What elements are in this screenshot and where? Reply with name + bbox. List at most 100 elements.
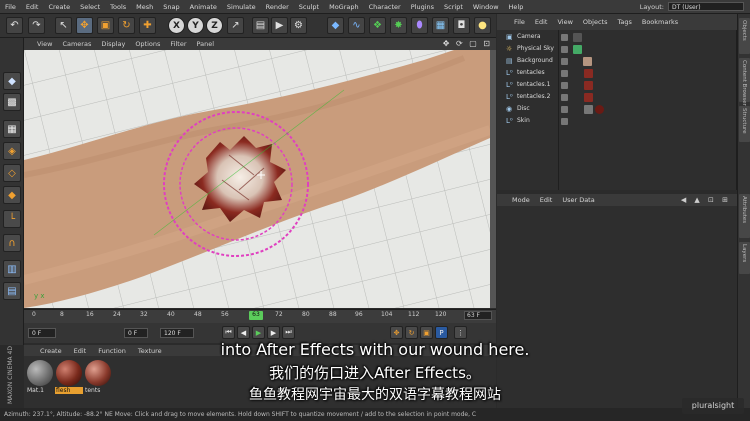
axis-mode-icon[interactable]: └ <box>3 210 21 228</box>
object-menu-objects[interactable]: Objects <box>578 18 613 26</box>
menu-animate[interactable]: Animate <box>185 3 222 11</box>
light-icon[interactable]: ● <box>474 17 491 34</box>
menu-character[interactable]: Character <box>364 3 406 11</box>
visibility-toggle[interactable] <box>561 118 568 125</box>
object-row-physical-sky[interactable]: ☼ Physical Sky <box>497 44 737 56</box>
menu-tools[interactable]: Tools <box>105 3 131 11</box>
viewport-nav-icons[interactable]: ✥ ⟳ ▢ ⊡ <box>443 39 492 48</box>
menu-simulate[interactable]: Simulate <box>222 3 261 11</box>
timeline-current-frame[interactable]: 63 <box>249 311 263 320</box>
attribute-menu-edit[interactable]: Edit <box>535 196 558 204</box>
visibility-toggle[interactable] <box>561 94 568 101</box>
viewport-menu-filter[interactable]: Filter <box>165 40 191 48</box>
camera-tag-icon[interactable] <box>573 33 582 42</box>
menu-select[interactable]: Select <box>75 3 105 11</box>
start-frame-field[interactable]: 0 F <box>28 328 56 338</box>
floor-icon[interactable]: ▦ <box>432 17 449 34</box>
redo-icon[interactable]: ↷ <box>28 17 45 34</box>
object-menu-edit[interactable]: Edit <box>530 18 553 26</box>
go-to-start-icon[interactable]: ⏮ <box>222 326 235 339</box>
camera-icon[interactable]: ◘ <box>453 17 470 34</box>
keyframe-menu-icon[interactable]: ⋮ <box>454 326 467 339</box>
current-frame-field[interactable]: 0 F <box>124 328 148 338</box>
visibility-toggle[interactable] <box>561 82 568 89</box>
menu-window[interactable]: Window <box>468 3 504 11</box>
next-frame-icon[interactable]: ▶ <box>267 326 280 339</box>
recent-tool-icon[interactable]: ✚ <box>139 17 156 34</box>
array-icon[interactable]: ✸ <box>390 17 407 34</box>
material-tag-icon[interactable] <box>584 69 593 78</box>
live-select-icon[interactable]: ↖ <box>55 17 72 34</box>
param-key-icon[interactable]: P <box>435 326 448 339</box>
move-key-icon[interactable]: ✥ <box>390 326 403 339</box>
end-frame-field[interactable]: 120 F <box>160 328 194 338</box>
scale-tool-icon[interactable]: ▣ <box>97 17 114 34</box>
check-tag-icon[interactable] <box>573 45 582 54</box>
x-axis-toggle[interactable]: X <box>168 17 185 34</box>
tab-layers[interactable]: Layers <box>739 242 750 274</box>
move-tool-icon[interactable]: ✥ <box>76 17 93 34</box>
tab-attributes[interactable]: Attributes <box>739 194 750 238</box>
render-view-icon[interactable]: ▤ <box>252 17 269 34</box>
attribute-menu-user-data[interactable]: User Data <box>557 196 599 204</box>
viewport-menu-cameras[interactable]: Cameras <box>57 40 96 48</box>
model-mode-icon[interactable]: ◆ <box>3 72 21 90</box>
menu-help[interactable]: Help <box>504 3 529 11</box>
workplane-icon[interactable]: ▦ <box>3 120 21 138</box>
object-row-tentacles-1[interactable]: L⁰ tentacles.1 <box>497 80 737 92</box>
menu-file[interactable]: File <box>0 3 21 11</box>
play-icon[interactable]: ▶ <box>252 326 265 339</box>
object-menu-view[interactable]: View <box>552 18 577 26</box>
layout-dropdown[interactable]: DT (User) <box>668 2 744 11</box>
frame-display[interactable]: 63 F <box>464 311 492 320</box>
visibility-toggle[interactable] <box>561 58 568 65</box>
object-menu-file[interactable]: File <box>509 18 530 26</box>
visibility-toggle[interactable] <box>561 46 568 53</box>
render-picture-icon[interactable]: ▶ <box>271 17 288 34</box>
object-row-tentacles[interactable]: L⁰ tentacles <box>497 68 737 80</box>
viewport-menu-view[interactable]: View <box>32 40 57 48</box>
menu-mesh[interactable]: Mesh <box>131 3 158 11</box>
material-tag-icon[interactable] <box>584 105 593 114</box>
attribute-nav-icons[interactable]: ◀ ▲ ⊡ ⊞ <box>681 196 731 204</box>
object-row-background[interactable]: ▤ Background <box>497 56 737 68</box>
object-menu-tags[interactable]: Tags <box>612 18 636 26</box>
snap-icon[interactable]: ∩ <box>3 234 21 252</box>
render-settings-icon[interactable]: ⚙ <box>290 17 307 34</box>
subdivision-icon[interactable]: ❖ <box>369 17 386 34</box>
menu-script[interactable]: Script <box>439 3 468 11</box>
material-tag-icon[interactable] <box>584 93 593 102</box>
texture-tag-icon[interactable] <box>583 57 592 66</box>
visibility-toggle[interactable] <box>561 70 568 77</box>
object-menu-bookmarks[interactable]: Bookmarks <box>637 18 683 26</box>
object-row-camera[interactable]: ▣ Camera <box>497 32 737 44</box>
tab-structure[interactable]: Structure <box>739 106 750 142</box>
menu-edit[interactable]: Edit <box>21 3 44 11</box>
solo-icon[interactable]: ▥ <box>3 260 21 278</box>
viewport-menu-panel[interactable]: Panel <box>192 40 220 48</box>
undo-icon[interactable]: ↶ <box>6 17 23 34</box>
material-tag-icon[interactable] <box>595 105 604 114</box>
previous-frame-icon[interactable]: ◀ <box>237 326 250 339</box>
timeline-ruler[interactable]: 0 8 16 24 32 40 48 56 63 72 80 88 96 104… <box>24 309 496 323</box>
y-axis-toggle[interactable]: Y <box>187 17 204 34</box>
object-row-tentacles-2[interactable]: L⁰ tentacles.2 <box>497 92 737 104</box>
tab-content-browser[interactable]: Content Browser <box>739 58 750 106</box>
viewport-menu-options[interactable]: Options <box>130 40 165 48</box>
menu-plugins[interactable]: Plugins <box>406 3 439 11</box>
attribute-menu-mode[interactable]: Mode <box>507 196 535 204</box>
coordinate-system-icon[interactable]: ↗ <box>227 17 244 34</box>
tab-objects[interactable]: Objects <box>739 18 750 54</box>
go-to-end-icon[interactable]: ⏭ <box>282 326 295 339</box>
object-row-disc[interactable]: ◉ Disc <box>497 104 737 116</box>
spline-icon[interactable]: ∿ <box>348 17 365 34</box>
texture-mode-icon[interactable]: ▩ <box>3 93 21 111</box>
rotate-key-icon[interactable]: ↻ <box>405 326 418 339</box>
menu-sculpt[interactable]: Sculpt <box>294 3 324 11</box>
menu-render[interactable]: Render <box>261 3 294 11</box>
visibility-toggle[interactable] <box>561 106 568 113</box>
3d-viewport[interactable]: y x <box>24 50 490 308</box>
cube-icon[interactable]: ◆ <box>327 17 344 34</box>
visibility-toggle[interactable] <box>561 34 568 41</box>
points-mode-icon[interactable]: ◈ <box>3 142 21 160</box>
